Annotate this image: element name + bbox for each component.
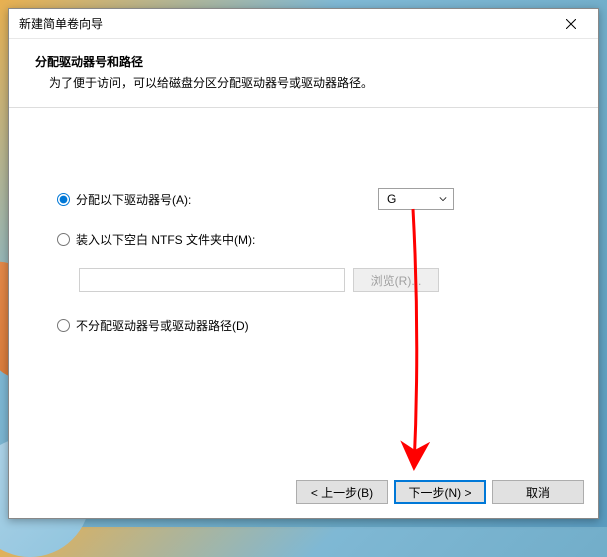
titlebar: 新建简单卷向导 xyxy=(9,9,598,39)
radio-no-assign[interactable] xyxy=(57,319,70,332)
drive-letter-value: G xyxy=(387,192,396,206)
page-description: 为了便于访问，可以给磁盘分区分配驱动器号或驱动器路径。 xyxy=(35,74,572,91)
content-area: 分配以下驱动器号(A): G 装入以下空白 NTFS 文件夹中(M): 浏览(R… xyxy=(9,108,598,336)
radio-mount-folder[interactable] xyxy=(57,233,70,246)
wizard-dialog: 新建简单卷向导 分配驱动器号和路径 为了便于访问，可以给磁盘分区分配驱动器号或驱… xyxy=(8,8,599,519)
wizard-footer: < 上一步(B) 下一步(N) > 取消 xyxy=(296,480,584,504)
mount-path-input xyxy=(79,268,345,292)
window-title: 新建简单卷向导 xyxy=(19,15,548,32)
option-no-assign[interactable]: 不分配驱动器号或驱动器路径(D) xyxy=(57,314,550,336)
chevron-down-icon xyxy=(439,195,447,203)
radio-assign-letter[interactable] xyxy=(57,193,70,206)
label-assign-letter: 分配以下驱动器号(A): xyxy=(76,191,191,208)
option-assign-letter[interactable]: 分配以下驱动器号(A): G xyxy=(57,188,550,210)
mount-folder-subrow: 浏览(R)... xyxy=(57,268,550,292)
label-no-assign: 不分配驱动器号或驱动器路径(D) xyxy=(76,317,249,334)
browse-button: 浏览(R)... xyxy=(353,268,439,292)
cancel-button[interactable]: 取消 xyxy=(492,480,584,504)
page-title: 分配驱动器号和路径 xyxy=(35,53,572,70)
wizard-header: 分配驱动器号和路径 为了便于访问，可以给磁盘分区分配驱动器号或驱动器路径。 xyxy=(9,39,598,101)
label-mount-folder: 装入以下空白 NTFS 文件夹中(M): xyxy=(76,231,255,248)
close-button[interactable] xyxy=(548,10,593,38)
drive-letter-select[interactable]: G xyxy=(378,188,454,210)
option-mount-folder[interactable]: 装入以下空白 NTFS 文件夹中(M): xyxy=(57,228,550,250)
next-button[interactable]: 下一步(N) > xyxy=(394,480,486,504)
back-button[interactable]: < 上一步(B) xyxy=(296,480,388,504)
close-icon xyxy=(566,19,576,29)
